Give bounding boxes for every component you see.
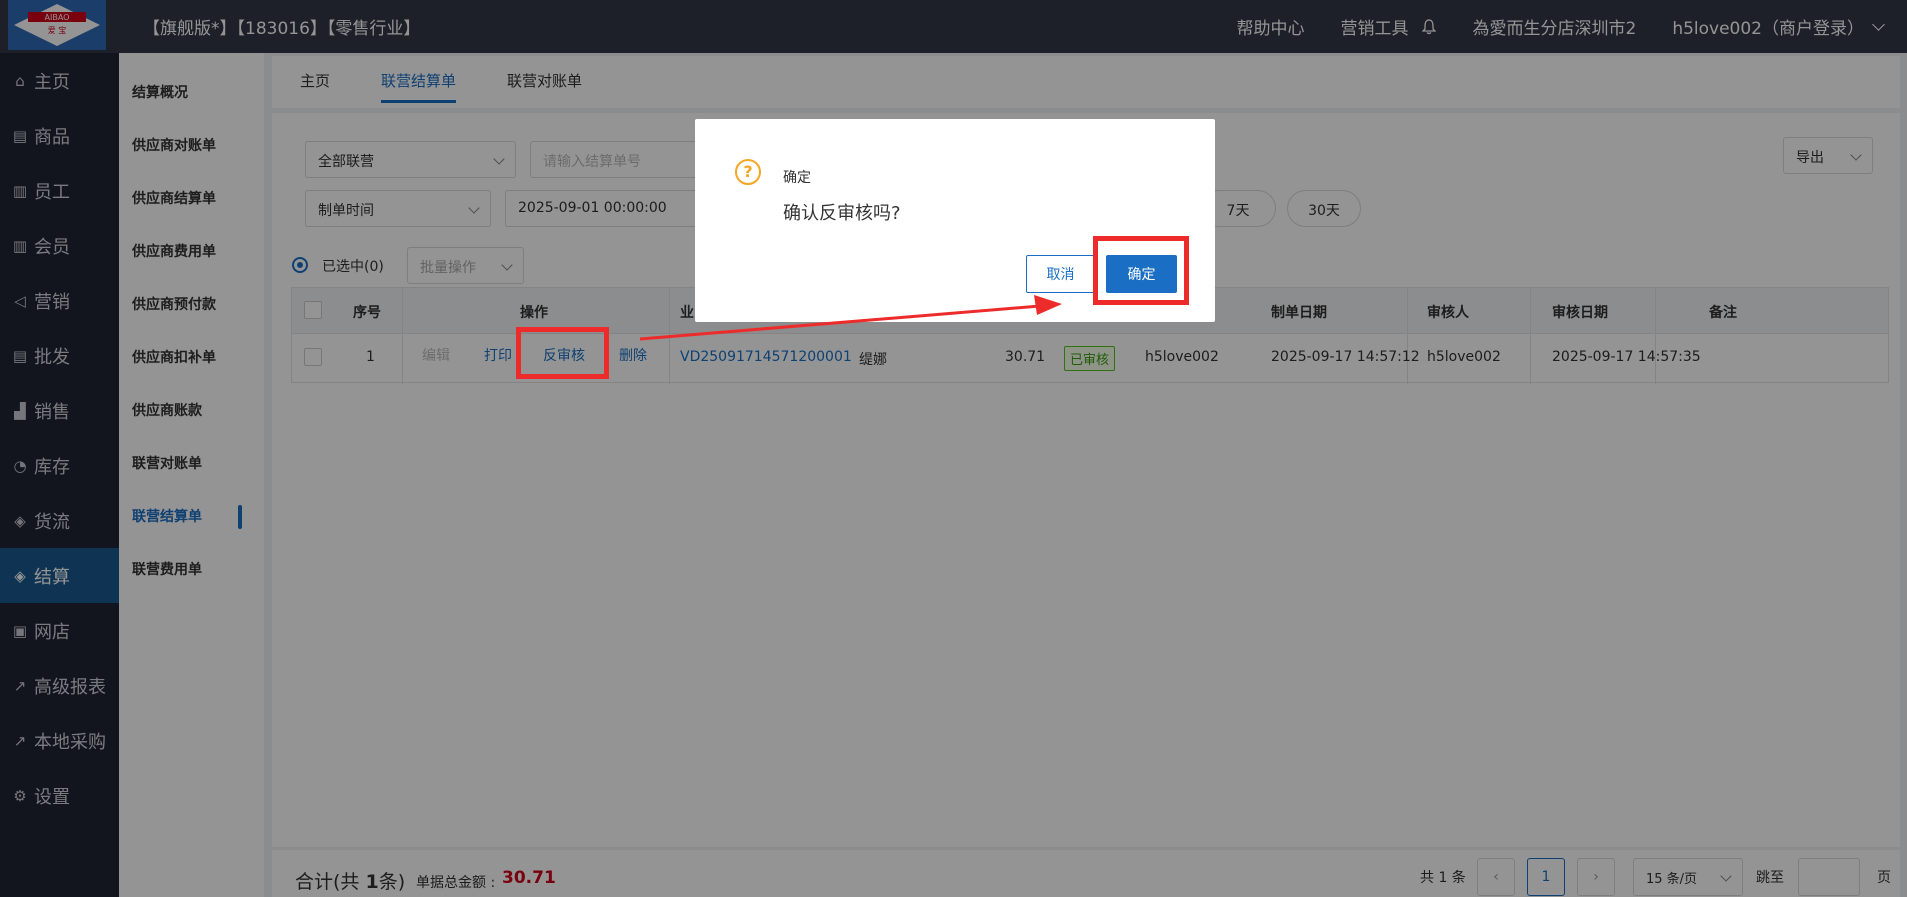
annotation-arrow: [639, 295, 1062, 341]
